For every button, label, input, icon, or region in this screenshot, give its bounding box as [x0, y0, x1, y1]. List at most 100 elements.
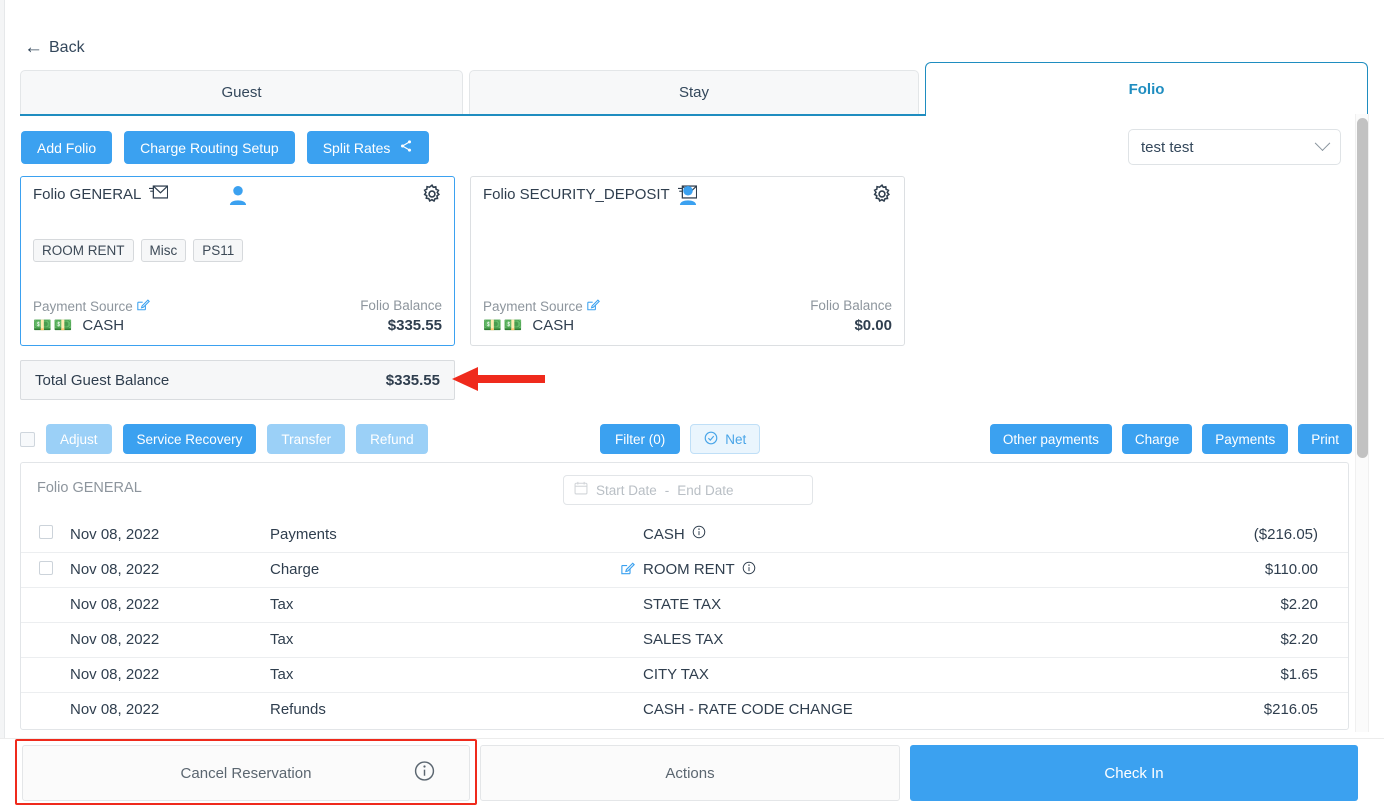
folio-toolbar: Add Folio Charge Routing Setup Split Rat…	[21, 131, 429, 164]
tab-folio[interactable]: Folio	[925, 62, 1368, 116]
table-row[interactable]: Nov 08, 2022 Tax CITY TAX $1.65	[21, 657, 1348, 692]
tab-stay[interactable]: Stay	[469, 70, 919, 116]
payments-button[interactable]: Payments	[1202, 424, 1288, 454]
row-checkbox[interactable]	[39, 561, 53, 575]
table-row[interactable]: Nov 08, 2022 Tax STATE TAX $2.20	[21, 587, 1348, 622]
tab-bar: Guest Stay Folio	[20, 68, 1368, 116]
payment-source-value: CASH	[532, 317, 574, 334]
user-icon[interactable]	[228, 185, 247, 211]
folio-card-general[interactable]: Folio GENERAL	[20, 176, 455, 346]
gear-icon[interactable]	[871, 183, 893, 210]
refund-button[interactable]: Refund	[356, 424, 428, 454]
table-row[interactable]: Nov 08, 2022 Payments CASH	[21, 517, 1348, 552]
other-payments-button[interactable]: Other payments	[990, 424, 1112, 454]
adjust-button[interactable]: Adjust	[46, 424, 112, 454]
folio-page: ← Back Guest Stay Folio Add Folio Charge…	[0, 0, 1384, 806]
row-description: CASH	[643, 526, 685, 543]
total-guest-balance-value: $335.55	[386, 372, 440, 389]
money-icon: 💵	[504, 318, 523, 333]
info-circle-icon[interactable]	[692, 525, 706, 543]
row-date: Nov 08, 2022	[69, 692, 269, 727]
folio-card-title-text: Folio GENERAL	[33, 186, 141, 203]
tab-guest[interactable]: Guest	[20, 70, 463, 116]
back-button[interactable]: ← Back	[24, 38, 85, 57]
folio-card-security-deposit[interactable]: Folio SECURITY_DEPOSIT	[470, 176, 905, 346]
envelope-icon[interactable]	[149, 185, 168, 203]
filter-button[interactable]: Filter (0)	[600, 424, 680, 454]
split-rates-button[interactable]: Split Rates	[307, 131, 430, 164]
user-icon[interactable]	[678, 185, 697, 211]
select-all-checkbox[interactable]	[20, 432, 35, 447]
charge-button[interactable]: Charge	[1122, 424, 1192, 454]
payment-source-label-row: Payment Source	[483, 298, 600, 314]
row-description: STATE TAX	[643, 596, 721, 613]
end-date-input[interactable]: End Date	[677, 483, 733, 498]
folio-card-title-text: Folio SECURITY_DEPOSIT	[483, 186, 670, 203]
folio-balance-value: $0.00	[810, 317, 892, 334]
tab-guest-label: Guest	[221, 84, 261, 101]
row-amount: $110.00	[1072, 552, 1348, 587]
annotation-arrow-icon	[452, 364, 547, 399]
row-actions-middle: Filter (0) Net	[600, 424, 760, 454]
info-circle-icon[interactable]	[414, 761, 435, 786]
row-date: Nov 08, 2022	[69, 622, 269, 657]
guest-select[interactable]: test test	[1128, 129, 1341, 165]
transactions-panel-title: Folio GENERAL	[37, 480, 142, 496]
row-edit-cell	[614, 692, 642, 727]
row-type: Payments	[269, 517, 614, 552]
row-type: Tax	[269, 657, 614, 692]
folio-chip[interactable]: Misc	[141, 239, 187, 262]
row-amount: $1.65	[1072, 657, 1348, 692]
folio-card-header: Folio GENERAL	[21, 177, 454, 213]
bottom-action-bar: Cancel Reservation Actions Check In	[0, 738, 1384, 806]
table-row[interactable]: Nov 08, 2022 Charge ROOM RENT	[21, 552, 1348, 587]
tab-underline	[20, 114, 925, 116]
row-checkbox-cell	[21, 657, 69, 692]
service-recovery-button[interactable]: Service Recovery	[123, 424, 257, 454]
transfer-button[interactable]: Transfer	[267, 424, 345, 454]
folio-chip-list: ROOM RENT Misc PS11	[33, 239, 243, 262]
gear-icon[interactable]	[421, 183, 443, 210]
money-icon: 💵	[483, 318, 502, 333]
transactions-panel-header: Folio GENERAL Start Date - End Date	[21, 463, 1348, 517]
row-checkbox-cell	[21, 552, 69, 587]
row-description: CITY TAX	[643, 666, 709, 683]
row-checkbox[interactable]	[39, 525, 53, 539]
date-range-separator: -	[665, 483, 670, 498]
row-edit-cell	[614, 517, 642, 552]
charge-routing-setup-button[interactable]: Charge Routing Setup	[124, 131, 295, 164]
cancel-reservation-button[interactable]: Cancel Reservation	[22, 745, 470, 801]
net-toggle-button[interactable]: Net	[690, 424, 760, 454]
folio-balance-label: Folio Balance	[360, 298, 442, 313]
page-scrollbar-thumb[interactable]	[1357, 118, 1368, 458]
row-description-cell: CASH - RATE CODE CHANGE	[642, 692, 1072, 727]
row-checkbox-cell	[21, 692, 69, 727]
table-row[interactable]: Nov 08, 2022 Refunds CASH - RATE CODE CH…	[21, 692, 1348, 727]
page-left-edge	[0, 0, 5, 806]
edit-icon[interactable]	[587, 298, 600, 314]
info-circle-icon[interactable]	[742, 561, 756, 579]
date-range-filter[interactable]: Start Date - End Date	[563, 475, 813, 505]
row-description-cell: STATE TAX	[642, 587, 1072, 622]
add-folio-button[interactable]: Add Folio	[21, 131, 112, 164]
start-date-input[interactable]: Start Date	[596, 483, 657, 498]
table-row[interactable]: Nov 08, 2022 Tax SALES TAX $2.20	[21, 622, 1348, 657]
row-amount: $2.20	[1072, 587, 1348, 622]
chevron-down-icon	[1315, 135, 1331, 151]
row-description-cell: SALES TAX	[642, 622, 1072, 657]
print-button[interactable]: Print	[1298, 424, 1352, 454]
money-icon: 💵	[33, 318, 52, 333]
check-in-label: Check In	[1104, 765, 1163, 782]
folio-chip[interactable]: PS11	[193, 239, 243, 262]
transactions-table-body: Nov 08, 2022 Payments CASH	[21, 517, 1348, 727]
actions-button[interactable]: Actions	[480, 745, 900, 801]
row-edit-cell	[614, 587, 642, 622]
folio-chip[interactable]: ROOM RENT	[33, 239, 134, 262]
row-date: Nov 08, 2022	[69, 552, 269, 587]
folio-balance-value: $335.55	[360, 317, 442, 334]
edit-icon[interactable]	[137, 298, 150, 314]
edit-icon[interactable]	[621, 562, 635, 579]
payment-source-label: Payment Source	[483, 299, 583, 314]
check-in-button[interactable]: Check In	[910, 745, 1358, 801]
row-description: CASH - RATE CODE CHANGE	[643, 701, 853, 718]
